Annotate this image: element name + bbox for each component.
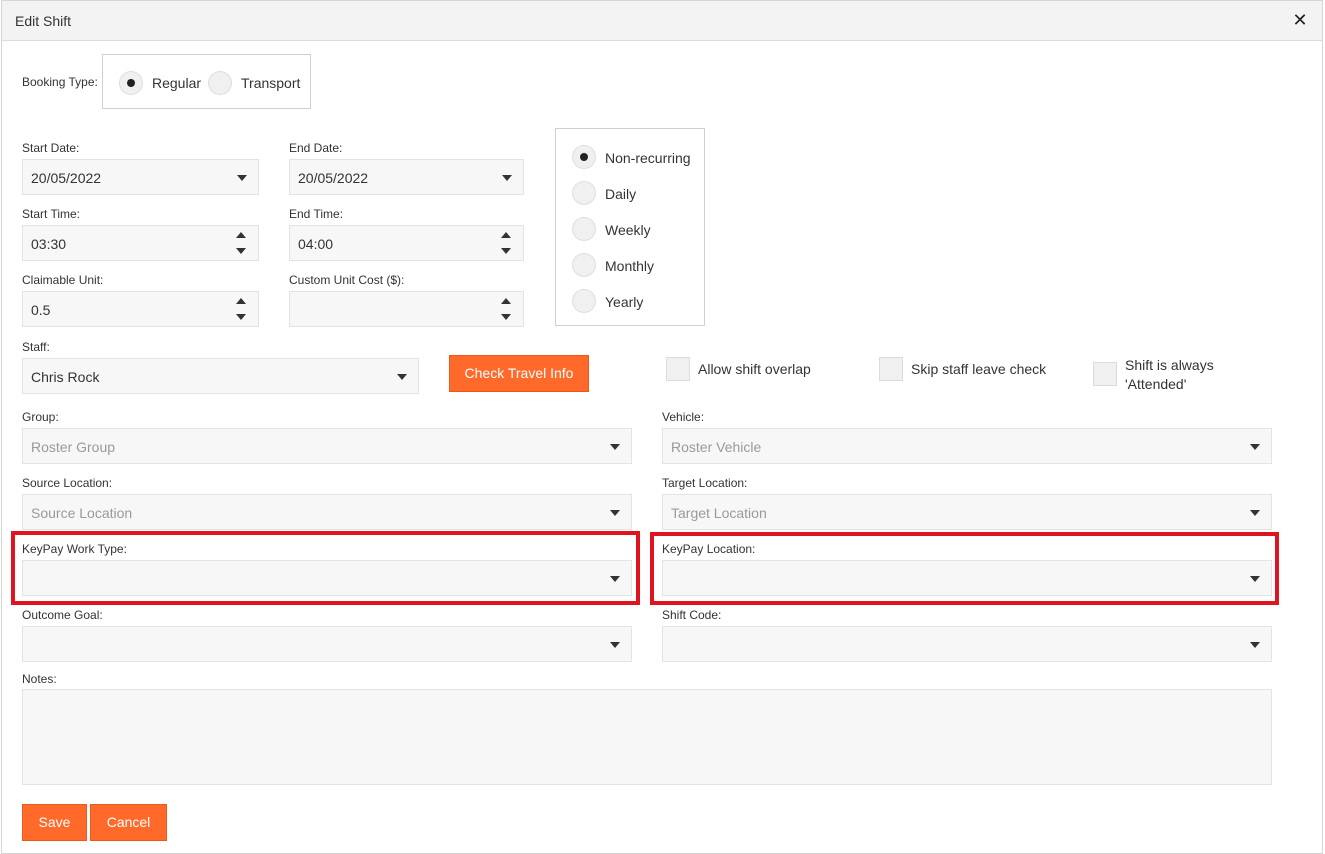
source-location-label: Source Location: <box>22 476 113 490</box>
booking-type-transport-radio[interactable] <box>208 71 232 95</box>
recurrence-non-recurring-label: Non-recurring <box>605 150 691 166</box>
booking-type-label: Booking Type: <box>22 75 98 89</box>
source-location-select[interactable]: Source Location <box>22 494 632 530</box>
chevron-down-icon <box>610 642 620 648</box>
start-time-label: Start Time: <box>22 207 81 221</box>
booking-type-regular-radio[interactable] <box>119 71 143 95</box>
recurrence-yearly-label: Yearly <box>605 294 644 310</box>
claimable-unit-input[interactable]: 0.5 <box>22 291 259 327</box>
staff-label: Staff: <box>22 340 50 354</box>
booking-type-transport-label: Transport <box>241 75 301 91</box>
end-time-label: End Time: <box>289 207 344 221</box>
spinner-icon[interactable] <box>501 232 511 256</box>
dialog-titlebar: Edit Shift ✕ <box>2 1 1322 41</box>
custom-unit-cost-label: Custom Unit Cost ($): <box>289 273 405 287</box>
outcome-goal-label: Outcome Goal: <box>22 608 103 622</box>
chevron-down-icon <box>397 374 407 380</box>
recurrence-weekly-label: Weekly <box>605 222 651 238</box>
recurrence-daily-radio[interactable] <box>572 181 596 205</box>
save-button[interactable]: Save <box>22 804 87 841</box>
end-date-value: 20/05/2022 <box>298 170 369 186</box>
recurrence-monthly-label: Monthly <box>605 258 655 274</box>
check-travel-info-button[interactable]: Check Travel Info <box>449 355 589 392</box>
source-location-placeholder: Source Location <box>31 505 133 521</box>
spinner-icon[interactable] <box>236 298 246 322</box>
chevron-down-icon <box>1250 444 1260 450</box>
recurrence-non-recurring-radio[interactable] <box>572 145 596 169</box>
cancel-label: Cancel <box>106 814 151 830</box>
claimable-unit-label: Claimable Unit: <box>22 273 104 287</box>
vehicle-select[interactable]: Roster Vehicle <box>662 428 1272 464</box>
vehicle-placeholder: Roster Vehicle <box>671 439 762 455</box>
chevron-down-icon <box>610 510 620 516</box>
end-date-picker[interactable]: 20/05/2022 <box>289 159 524 195</box>
allow-shift-overlap-label: Allow shift overlap <box>698 361 811 377</box>
notes-label: Notes: <box>22 672 57 686</box>
shift-always-attended-checkbox[interactable] <box>1093 362 1117 386</box>
group-placeholder: Roster Group <box>31 439 116 455</box>
allow-shift-overlap-checkbox[interactable] <box>666 357 690 381</box>
target-location-placeholder: Target Location <box>671 505 767 521</box>
custom-unit-cost-input[interactable] <box>289 291 524 327</box>
booking-type-regular-label: Regular <box>152 75 202 91</box>
recurrence-weekly-radio[interactable] <box>572 217 596 241</box>
start-time-input[interactable]: 03:30 <box>22 225 259 261</box>
cancel-button[interactable]: Cancel <box>90 804 167 841</box>
recurrence-daily-label: Daily <box>605 186 637 202</box>
target-location-label: Target Location: <box>662 476 748 490</box>
staff-value: Chris Rock <box>31 369 100 385</box>
dialog-title: Edit Shift <box>15 13 72 29</box>
chevron-down-icon <box>1250 510 1260 516</box>
chevron-down-icon <box>237 175 247 181</box>
end-time-value: 04:00 <box>298 236 334 252</box>
group-select[interactable]: Roster Group <box>22 428 632 464</box>
recurrence-monthly-radio[interactable] <box>572 253 596 277</box>
end-time-input[interactable]: 04:00 <box>289 225 524 261</box>
save-label: Save <box>38 814 71 830</box>
skip-staff-leave-check-label: Skip staff leave check <box>911 361 1047 377</box>
recurrence-group: Non-recurring Daily Weekly Monthly Yearl… <box>555 128 705 326</box>
skip-staff-leave-check-checkbox[interactable] <box>879 357 903 381</box>
keypay-location-highlight <box>650 532 1279 605</box>
start-time-value: 03:30 <box>31 236 67 252</box>
chevron-down-icon <box>1250 642 1260 648</box>
close-icon[interactable]: ✕ <box>1290 10 1310 30</box>
start-date-label: Start Date: <box>22 141 80 155</box>
claimable-unit-value: 0.5 <box>31 302 51 318</box>
start-date-value: 20/05/2022 <box>31 170 102 186</box>
shift-code-label: Shift Code: <box>662 608 722 622</box>
shift-always-attended-label: Shift is always 'Attended' <box>1125 357 1214 392</box>
spinner-icon[interactable] <box>236 232 246 256</box>
outcome-goal-select[interactable] <box>22 626 632 662</box>
booking-type-group: Regular Transport <box>102 54 311 109</box>
notes-textarea[interactable] <box>22 689 1272 785</box>
check-travel-info-label: Check Travel Info <box>464 365 574 381</box>
recurrence-yearly-radio[interactable] <box>572 289 596 313</box>
chevron-down-icon <box>502 175 512 181</box>
staff-select[interactable]: Chris Rock <box>22 358 419 394</box>
end-date-label: End Date: <box>289 141 343 155</box>
group-label: Group: <box>22 410 59 424</box>
target-location-select[interactable]: Target Location <box>662 494 1272 530</box>
chevron-down-icon <box>610 444 620 450</box>
keypay-work-type-highlight <box>11 531 640 605</box>
start-date-picker[interactable]: 20/05/2022 <box>22 159 259 195</box>
shift-code-select[interactable] <box>662 626 1272 662</box>
vehicle-label: Vehicle: <box>662 410 705 424</box>
spinner-icon[interactable] <box>501 298 511 322</box>
